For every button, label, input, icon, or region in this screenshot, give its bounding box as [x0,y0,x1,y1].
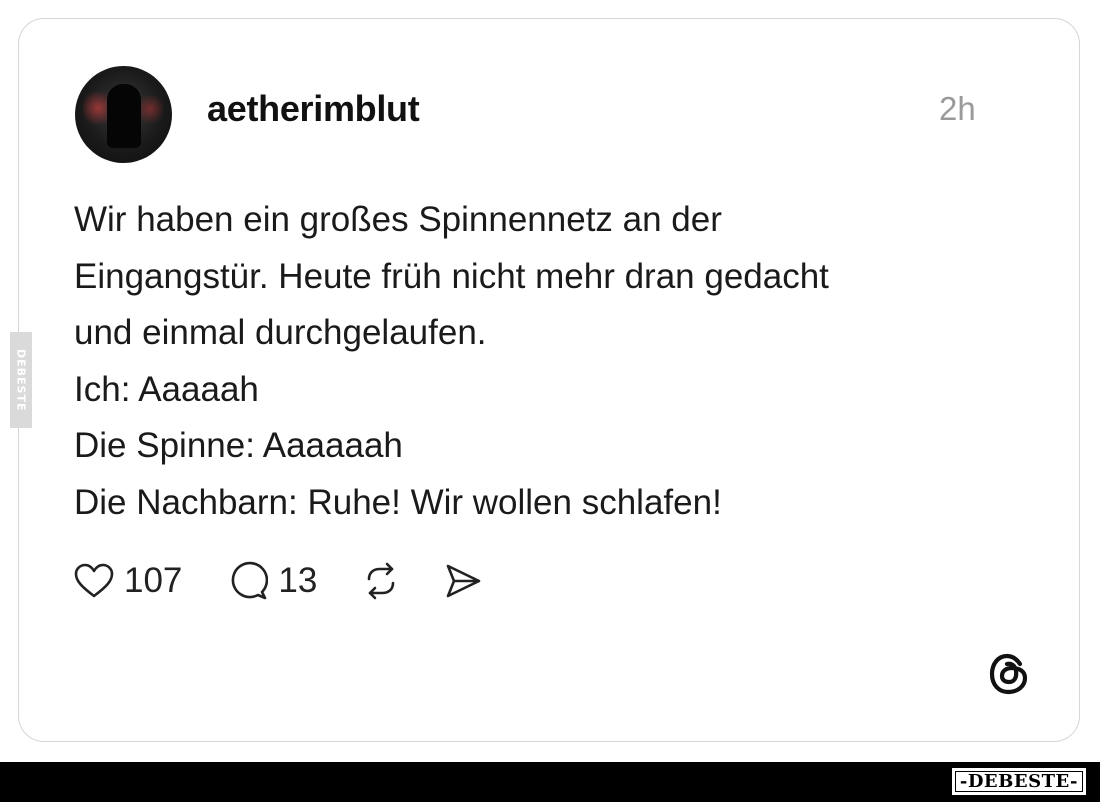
footer-bar: -DEBESTE- [0,762,1100,802]
like-button[interactable]: 107 [74,561,182,601]
post-text-line: und einmal durchgelaufen. [74,313,487,352]
post-text-line: Ich: Aaaaah [74,369,259,409]
avatar[interactable] [75,66,172,163]
post-text-line: Die Nachbarn: Ruhe! Wir wollen schlafen! [74,482,722,522]
side-watermark: DEBESTE [10,332,32,428]
side-watermark-text: DEBESTE [14,348,28,412]
post-text-line: Wir haben ein großes Spinnennetz an der [74,200,722,239]
threads-logo-icon[interactable] [985,650,1033,703]
comment-count: 13 [278,561,318,600]
post-timestamp: 2h [939,90,976,127]
heart-icon [74,563,114,598]
share-button[interactable] [443,561,483,601]
debeste-watermark: -DEBESTE- [951,768,1086,795]
comment-bubble-icon [232,561,269,600]
post-text: Wir haben ein großes Spinnennetz an der … [74,192,974,531]
post-text-line: Die Spinne: Aaaaaah [74,426,403,465]
post-actions: 107 13 [74,558,483,604]
username[interactable]: aetherimblut [207,88,420,130]
like-count: 107 [124,561,183,600]
repost-button[interactable] [361,561,401,601]
comment-button[interactable]: 13 [228,561,317,601]
send-icon [447,564,481,598]
avatar-figure [107,84,141,148]
post-text-line: Eingangstür. Heute früh nicht mehr dran … [74,256,829,296]
repost-icon [368,562,395,600]
